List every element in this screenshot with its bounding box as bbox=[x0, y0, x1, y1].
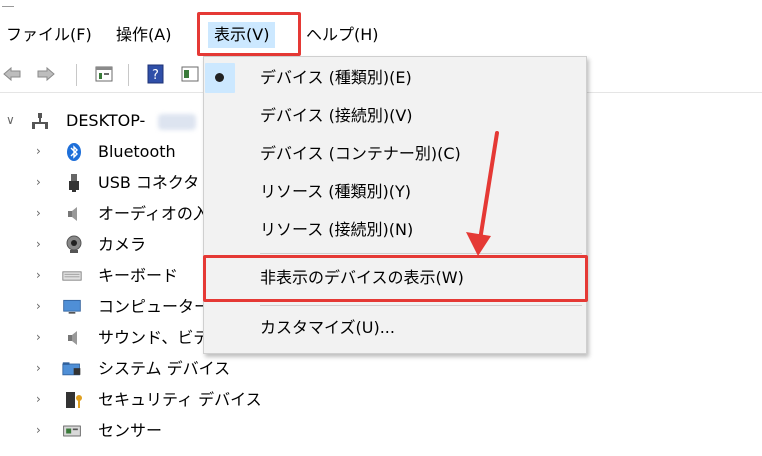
redacted-name bbox=[158, 114, 196, 130]
tree-item-system-devices[interactable]: › システム デバイス bbox=[0, 354, 762, 384]
toolbar-separator bbox=[128, 64, 129, 86]
tree-item-label: セキュリティ デバイス bbox=[98, 390, 262, 409]
menu-item-label: デバイス (コンテナー別)(C) bbox=[260, 144, 461, 163]
forward-icon[interactable] bbox=[36, 64, 56, 84]
menu-action[interactable]: 操作(A) bbox=[110, 22, 177, 48]
menu-item-label: リソース (種類別)(Y) bbox=[260, 182, 412, 201]
toolbar-separator bbox=[76, 64, 77, 86]
view-devices-by-type[interactable]: デバイス (種類別)(E) bbox=[204, 59, 586, 97]
expand-arrow-icon[interactable]: › bbox=[36, 237, 50, 251]
camera-icon bbox=[66, 235, 82, 253]
tree-item-label: キーボード bbox=[98, 266, 179, 285]
view-resources-by-type[interactable]: リソース (種類別)(Y) bbox=[204, 173, 586, 211]
expand-arrow-icon[interactable]: › bbox=[36, 330, 50, 344]
tree-item-security-devices[interactable]: › セキュリティ デバイス bbox=[0, 385, 762, 415]
expand-arrow-icon[interactable]: › bbox=[36, 144, 50, 158]
computer-network-icon bbox=[32, 113, 48, 129]
sensor-icon bbox=[63, 425, 81, 437]
tree-item-label: USB コネクタ bbox=[98, 173, 200, 192]
title-bar bbox=[0, 0, 762, 14]
view-devices-by-connection[interactable]: デバイス (接続別)(V) bbox=[204, 97, 586, 135]
menu-separator bbox=[260, 305, 582, 306]
menu-bar: ファイル(F) 操作(A) 表示(V) ヘルプ(H) bbox=[0, 14, 762, 56]
tree-item-label: システム デバイス bbox=[98, 359, 231, 378]
tree-item-label: コンピューター bbox=[98, 297, 211, 316]
expand-arrow-icon[interactable]: › bbox=[36, 392, 50, 406]
expand-arrow-icon[interactable]: › bbox=[36, 361, 50, 375]
menu-file[interactable]: ファイル(F) bbox=[0, 22, 98, 48]
expand-arrow-icon[interactable]: › bbox=[36, 423, 50, 437]
expand-arrow-icon[interactable]: › bbox=[36, 175, 50, 189]
menu-help[interactable]: ヘルプ(H) bbox=[300, 22, 385, 48]
view-menu-highlight bbox=[197, 12, 301, 56]
folder-device-icon bbox=[62, 362, 81, 376]
menu-item-label: デバイス (種類別)(E) bbox=[260, 68, 412, 87]
menu-item-label: デバイス (接続別)(V) bbox=[260, 106, 413, 125]
show-hidden-highlight bbox=[203, 255, 588, 302]
tree-item-label: サウンド、ビデ bbox=[98, 328, 210, 347]
view-resources-by-connection[interactable]: リソース (接続別)(N) bbox=[204, 211, 586, 249]
tree-item-label: Bluetooth bbox=[98, 142, 176, 161]
tree-item-label: カメラ bbox=[98, 235, 147, 254]
computer-name: DESKTOP- bbox=[66, 111, 146, 130]
tree-item-label: オーディオの入 bbox=[98, 204, 209, 223]
menu-separator bbox=[260, 253, 582, 254]
checked-indicator bbox=[205, 63, 235, 93]
display-icon[interactable] bbox=[180, 64, 200, 84]
expand-arrow-icon[interactable]: › bbox=[36, 206, 50, 220]
back-icon[interactable] bbox=[2, 64, 22, 84]
usb-connector-icon bbox=[69, 174, 79, 192]
customize[interactable]: カスタマイズ(U)... bbox=[204, 309, 586, 347]
menu-item-label: リソース (接続別)(N) bbox=[260, 220, 414, 239]
menu-item-label: カスタマイズ(U)... bbox=[260, 318, 395, 337]
window-icon bbox=[2, 0, 14, 7]
tree-item-sensors[interactable]: › センサー bbox=[0, 416, 762, 446]
keyboard-icon bbox=[62, 271, 82, 281]
security-key-icon bbox=[66, 392, 82, 408]
expand-arrow-icon[interactable]: › bbox=[36, 299, 50, 313]
collapse-arrow-icon[interactable]: ∨ bbox=[6, 113, 20, 127]
help-icon[interactable]: ? bbox=[146, 64, 166, 84]
radio-dot-icon bbox=[215, 73, 224, 82]
expand-arrow-icon[interactable]: › bbox=[36, 268, 50, 282]
tree-item-label: センサー bbox=[98, 421, 163, 440]
speaker-icon bbox=[68, 207, 77, 221]
view-devices-by-container[interactable]: デバイス (コンテナー別)(C) bbox=[204, 135, 586, 173]
view-menu-dropdown: デバイス (種類別)(E) デバイス (接続別)(V) デバイス (コンテナー別… bbox=[203, 56, 587, 354]
monitor-icon bbox=[63, 299, 81, 314]
bluetooth-icon bbox=[67, 143, 81, 161]
speaker-icon bbox=[68, 331, 77, 345]
properties-icon[interactable] bbox=[94, 64, 114, 84]
svg-text:?: ? bbox=[152, 68, 159, 83]
